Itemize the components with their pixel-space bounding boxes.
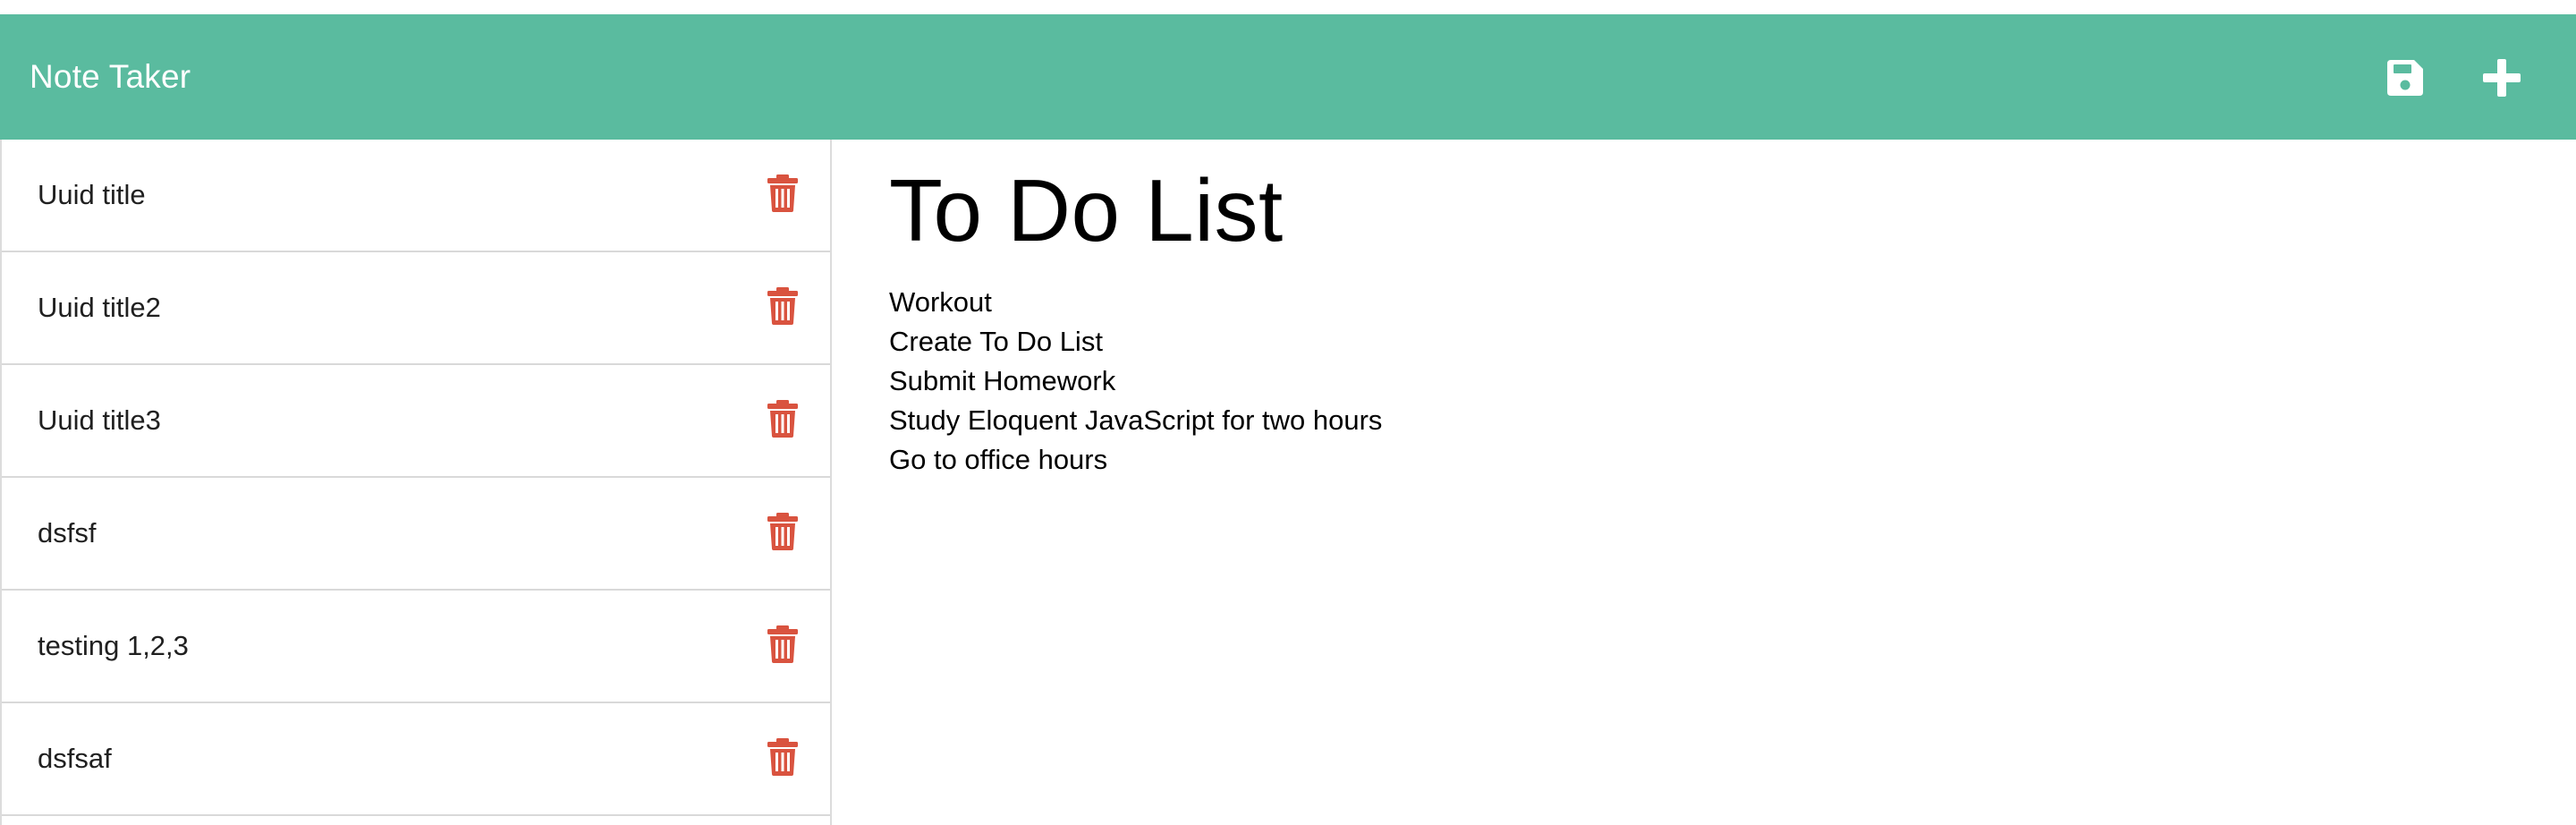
- note-text-line: Submit Homework: [889, 365, 1116, 396]
- navbar: Note Taker: [0, 14, 2576, 140]
- note-list-item[interactable]: Uuid title2: [2, 252, 830, 365]
- note-text-line: Workout: [889, 286, 992, 318]
- note-text-line: Study Eloquent JavaScript for two hours: [889, 404, 1383, 436]
- note-text-line: Create To Do List: [889, 326, 1103, 357]
- note-list-item[interactable]: dsfsaf: [2, 703, 830, 816]
- save-note-button[interactable]: [2380, 53, 2430, 103]
- trash-icon[interactable]: [765, 286, 801, 326]
- note-list-item-title: testing 1,2,3: [38, 630, 189, 661]
- trash-icon[interactable]: [765, 625, 801, 664]
- note-list-item-title: Uuid title3: [38, 404, 161, 436]
- note-list-item-title: dsfsaf: [38, 743, 112, 774]
- note-editor: To Do List Workout Create To Do List Submi…: [889, 140, 2553, 825]
- note-list-item[interactable]: Uuid title: [2, 140, 830, 252]
- note-list-item[interactable]: Uuid title3: [2, 365, 830, 478]
- note-title-display[interactable]: To Do List: [889, 162, 1284, 259]
- note-list-item[interactable]: testing 1,2,3: [2, 591, 830, 703]
- app-brand[interactable]: Note Taker: [30, 58, 191, 96]
- plus-icon: [2483, 59, 2521, 97]
- save-icon: [2387, 60, 2423, 96]
- note-list: Uuid title Uuid title2 Uuid title3 dsfsf tes…: [0, 140, 832, 825]
- note-list-item-title: Uuid title2: [38, 292, 161, 323]
- note-text-line: Go to office hours: [889, 444, 1108, 475]
- note-list-item-title: Uuid title: [38, 179, 146, 210]
- window-top-strip: [0, 0, 2576, 14]
- note-list-item[interactable]: dsfsf: [2, 478, 830, 591]
- trash-icon[interactable]: [765, 399, 801, 438]
- trash-icon[interactable]: [765, 174, 801, 213]
- note-list-item-title: dsfsf: [38, 517, 97, 549]
- note-text-display[interactable]: Workout Create To Do List Submit Homework S…: [889, 283, 1382, 480]
- trash-icon[interactable]: [765, 737, 801, 777]
- trash-icon[interactable]: [765, 512, 801, 551]
- new-note-button[interactable]: [2477, 53, 2527, 103]
